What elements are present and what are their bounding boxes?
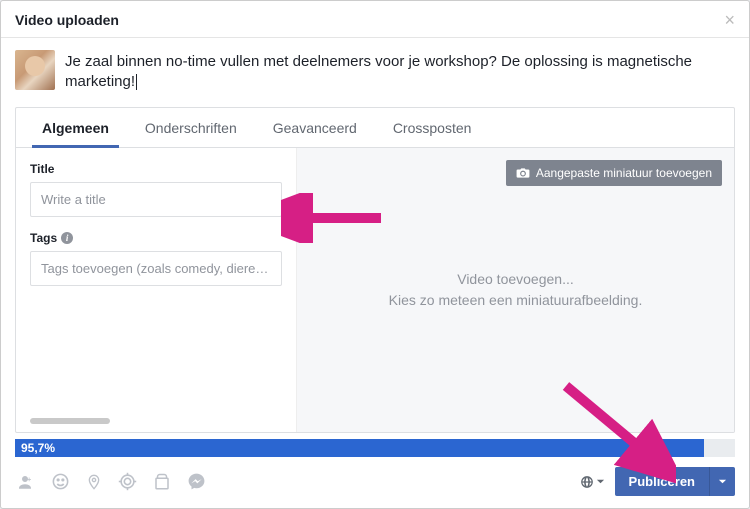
placeholder-line-2: Kies zo meteen een miniatuurafbeelding. — [389, 290, 643, 311]
tag-people-icon[interactable] — [15, 473, 35, 491]
tags-label: Tags i — [30, 231, 282, 245]
avatar — [15, 50, 55, 90]
publish-button-group: Publiceren — [615, 467, 735, 496]
upload-progress: 95,7% — [15, 439, 735, 457]
panels: Title Write a title Tags i Tags toevoege… — [16, 148, 734, 433]
location-icon[interactable] — [86, 472, 102, 492]
target-icon[interactable] — [118, 472, 137, 491]
tab-geavanceerd[interactable]: Geavanceerd — [255, 108, 375, 147]
title-input[interactable]: Write a title — [30, 182, 282, 217]
title-field-group: Title Write a title — [30, 162, 282, 217]
post-text[interactable]: Je zaal binnen no-time vullen met deelne… — [65, 50, 735, 93]
modal-header: Video uploaden × — [1, 1, 749, 38]
horizontal-scrollbar[interactable] — [30, 418, 110, 424]
tags-label-text: Tags — [30, 231, 57, 245]
messenger-icon[interactable] — [187, 472, 206, 491]
tabs: Algemeen Onderschriften Geavanceerd Cros… — [16, 108, 734, 148]
close-icon[interactable]: × — [724, 11, 735, 29]
info-icon[interactable]: i — [61, 232, 73, 244]
footer-right: Publiceren — [580, 467, 735, 496]
video-upload-modal: Video uploaden × Je zaal binnen no-time … — [0, 0, 750, 509]
caret-down-icon — [718, 477, 727, 486]
post-text-content: Je zaal binnen no-time vullen met deelne… — [65, 53, 692, 90]
placeholder-line-1: Video toevoegen... — [389, 269, 643, 290]
tab-crossposten[interactable]: Crossposten — [375, 108, 490, 147]
audience-selector[interactable] — [580, 475, 605, 489]
content-box: Algemeen Onderschriften Geavanceerd Cros… — [15, 107, 735, 434]
text-cursor — [136, 74, 137, 90]
feeling-icon[interactable] — [51, 472, 70, 491]
publish-button[interactable]: Publiceren — [615, 467, 709, 496]
camera-icon — [516, 167, 530, 179]
tags-field-group: Tags i Tags toevoegen (zoals comedy, die… — [30, 231, 282, 286]
modal-title: Video uploaden — [15, 12, 119, 28]
thumb-button-label: Aangepaste miniatuur toevoegen — [536, 166, 712, 180]
footer-icons — [15, 472, 206, 492]
tags-input[interactable]: Tags toevoegen (zoals comedy, dieren, ma… — [30, 251, 282, 286]
title-label: Title — [30, 162, 282, 176]
progress-percent-label: 95,7% — [21, 439, 55, 457]
custom-thumbnail-button[interactable]: Aangepaste miniatuur toevoegen — [506, 160, 722, 186]
globe-icon — [580, 475, 594, 489]
left-panel: Title Write a title Tags i Tags toevoege… — [16, 148, 296, 433]
video-placeholder-text: Video toevoegen... Kies zo meteen een mi… — [389, 269, 643, 311]
publish-dropdown[interactable] — [709, 467, 735, 496]
footer: Publiceren — [1, 457, 749, 508]
post-composer: Je zaal binnen no-time vullen met deelne… — [1, 38, 749, 107]
caret-down-icon — [596, 477, 605, 486]
right-panel: Aangepaste miniatuur toevoegen Video toe… — [296, 148, 734, 433]
tab-onderschriften[interactable]: Onderschriften — [127, 108, 255, 147]
product-icon[interactable] — [153, 473, 171, 491]
progress-bar-fill — [15, 439, 704, 457]
tab-algemeen[interactable]: Algemeen — [24, 108, 127, 147]
